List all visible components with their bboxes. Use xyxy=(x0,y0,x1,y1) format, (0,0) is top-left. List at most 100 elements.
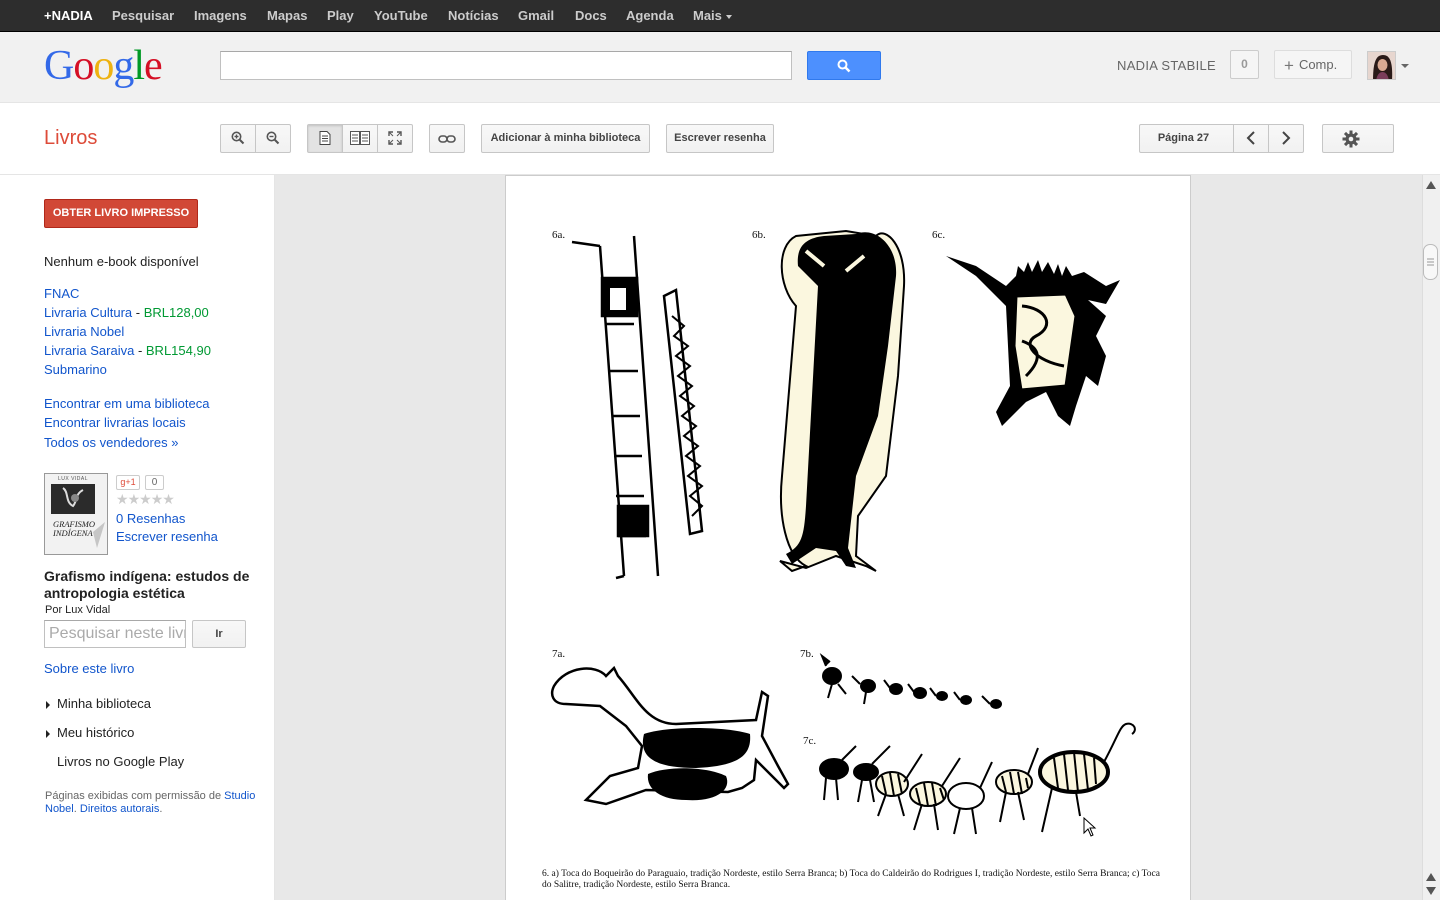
zoom-in-button[interactable] xyxy=(220,124,256,153)
book-sidebar: OBTER LIVRO IMPRESSO Nenhum e-book dispo… xyxy=(0,175,275,900)
star-icon: ★ xyxy=(116,491,129,507)
nav-docs[interactable]: Docs xyxy=(575,0,607,32)
buy-print-book-button[interactable]: OBTER LIVRO IMPRESSO xyxy=(44,199,198,228)
book-author: Por Lux Vidal xyxy=(45,604,111,616)
store-link-nobel[interactable]: Livraria Nobel xyxy=(44,324,124,339)
store-name: FNAC xyxy=(44,286,80,301)
figure-label: 7c. xyxy=(803,735,816,747)
scroll-up-icon[interactable] xyxy=(1426,181,1436,189)
page-select[interactable]: Página 27 xyxy=(1139,124,1234,153)
nav-agenda[interactable]: Agenda xyxy=(626,0,674,32)
google-header: Google NADIA STABILE 0 + Comp. xyxy=(0,32,1440,103)
settings-button[interactable] xyxy=(1322,124,1394,153)
google-plus-one-button[interactable]: g+1 xyxy=(116,475,140,490)
figure-label: 6b. xyxy=(752,229,766,241)
store-link-fnac[interactable]: FNAC xyxy=(44,286,79,301)
copyright-link[interactable]: Direitos autorais xyxy=(80,803,159,815)
next-page-button[interactable] xyxy=(1268,124,1304,153)
triangle-right-icon xyxy=(46,700,50,709)
share-button[interactable]: + Comp. xyxy=(1274,50,1352,79)
figure-7a xyxy=(550,665,790,806)
star-icon: ★ xyxy=(162,491,175,507)
chevron-down-icon[interactable] xyxy=(1401,64,1409,68)
nav-play[interactable]: Play xyxy=(327,0,354,32)
figure-label: 7b. xyxy=(800,648,814,660)
previous-page-button[interactable] xyxy=(1233,124,1269,153)
scroll-down-icon[interactable] xyxy=(1426,887,1436,895)
add-to-library-button[interactable]: Adicionar à minha biblioteca xyxy=(481,124,650,153)
chevron-right-icon xyxy=(1282,131,1291,145)
search-input[interactable] xyxy=(220,51,792,80)
single-page-view-button[interactable] xyxy=(307,124,343,153)
nav-mais[interactable]: Mais xyxy=(693,0,732,32)
scrollbar-thumb[interactable] xyxy=(1423,244,1438,280)
notification-count-button[interactable]: 0 xyxy=(1230,50,1259,79)
write-review-link[interactable]: Escrever resenha xyxy=(116,529,218,544)
book-viewer[interactable]: 6a. 6b. 6c. 7a. 7b. 7c. 6. a) Toca do Bo… xyxy=(275,175,1422,900)
store-link-saraiva[interactable]: Livraria Saraiva - BRL154,90 xyxy=(44,343,211,358)
plus-icon: + xyxy=(1284,56,1294,76)
section-title[interactable]: Livros xyxy=(44,127,97,150)
nav-imagens[interactable]: Imagens xyxy=(194,0,247,32)
book-title: Grafismo indígena: estudos de antropolog… xyxy=(44,568,250,601)
nav-mapas[interactable]: Mapas xyxy=(267,0,307,32)
two-page-icon xyxy=(350,131,370,145)
scroll-up-icon[interactable] xyxy=(1426,873,1436,881)
star-icon: ★ xyxy=(150,491,164,507)
nav-mais-label: Mais xyxy=(693,8,722,23)
my-library-expander[interactable]: Minha biblioteca xyxy=(46,696,151,711)
search-icon xyxy=(837,59,851,73)
nav-youtube[interactable]: YouTube xyxy=(374,0,428,32)
plus-one-count: 0 xyxy=(145,475,164,490)
gear-icon xyxy=(1342,130,1360,148)
nav-plus-nadia[interactable]: +NADIA xyxy=(44,0,93,32)
permission-note: Páginas exibidas com permissão de Studio… xyxy=(45,790,265,816)
two-page-view-button[interactable] xyxy=(342,124,378,153)
figure-6a xyxy=(571,235,704,580)
all-sellers-link[interactable]: Todos os vendedores » xyxy=(44,435,178,450)
link-button[interactable] xyxy=(429,124,465,153)
chevron-down-icon xyxy=(725,14,732,19)
zoom-out-button[interactable] xyxy=(255,124,291,153)
star-icon: ★ xyxy=(127,491,141,507)
store-price: BRL128,00 xyxy=(143,305,209,320)
write-review-button[interactable]: Escrever resenha xyxy=(666,124,774,153)
search-button[interactable] xyxy=(807,51,881,80)
google-logo[interactable]: Google xyxy=(44,42,163,90)
store-link-submarino[interactable]: Submarino xyxy=(44,362,107,377)
permission-text: Páginas exibidas com permissão de xyxy=(45,790,222,802)
share-label: Comp. xyxy=(1298,57,1338,72)
store-name: Livraria Cultura xyxy=(44,305,133,320)
star-icon: ★ xyxy=(139,491,152,507)
separator: - xyxy=(134,343,146,358)
search-in-book-input[interactable]: Pesquisar neste livro xyxy=(44,620,186,648)
vertical-scrollbar[interactable] xyxy=(1422,175,1440,900)
go-button[interactable]: Ir xyxy=(192,620,246,648)
nav-noticias[interactable]: Notícias xyxy=(448,0,499,32)
my-history-expander[interactable]: Meu histórico xyxy=(46,725,134,740)
about-book-link[interactable]: Sobre este livro xyxy=(44,661,134,676)
mouse-cursor-icon xyxy=(1083,817,1097,837)
store-link-cultura[interactable]: Livraria Cultura - BRL128,00 xyxy=(44,305,209,320)
my-history-label: Meu histórico xyxy=(57,725,135,740)
fullscreen-button[interactable] xyxy=(377,124,413,153)
link-icon xyxy=(438,135,456,143)
book-cover[interactable]: LUX VIDAL GRAFISMO INDÍGENA xyxy=(44,473,108,555)
page-select-label: Página 27 xyxy=(1157,132,1210,144)
books-google-play-link[interactable]: Livros no Google Play xyxy=(57,754,184,769)
figure-label: 7a. xyxy=(552,648,565,660)
figure-caption: 6. a) Toca do Boqueirão do Paraguaio, tr… xyxy=(542,869,1160,890)
find-library-link[interactable]: Encontrar em uma biblioteca xyxy=(44,396,209,411)
no-ebook-text: Nenhum e-book disponível xyxy=(44,254,199,269)
avatar[interactable] xyxy=(1367,51,1396,80)
nav-pesquisar[interactable]: Pesquisar xyxy=(112,0,174,32)
find-local-stores-link[interactable]: Encontrar livrarias locais xyxy=(44,415,186,430)
reviews-count-link[interactable]: 0 Resenhas xyxy=(116,511,185,526)
rating-stars: ★★★★★ xyxy=(116,491,175,508)
nav-gmail[interactable]: Gmail xyxy=(518,0,554,32)
triangle-right-icon xyxy=(46,729,50,738)
avatar-photo xyxy=(1368,52,1395,79)
single-page-icon xyxy=(319,131,331,145)
rock-art-illustration: 6a. 6b. 6c. 7a. 7b. 7c. xyxy=(550,229,1136,835)
user-name[interactable]: NADIA STABILE xyxy=(1117,58,1216,73)
